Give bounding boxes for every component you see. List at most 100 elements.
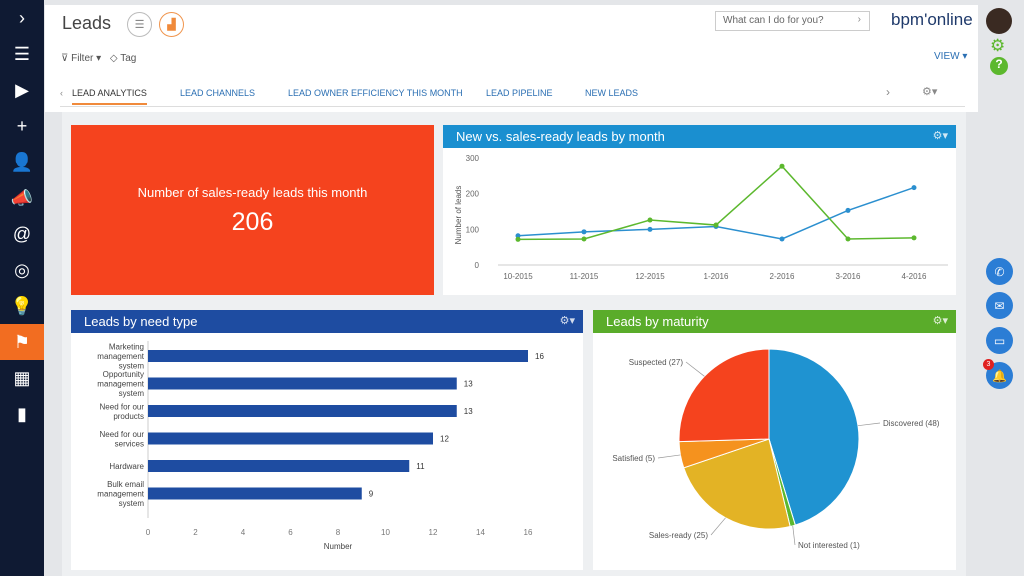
- sidebar-item-at[interactable]: @: [0, 216, 44, 252]
- bar: [148, 405, 457, 417]
- sidebar-item-contact[interactable]: 👤: [0, 144, 44, 180]
- sidebar-item-plus[interactable]: +: [0, 108, 44, 144]
- sidebar-item-lightbulb[interactable]: 💡: [0, 288, 44, 324]
- sidebar-item-target[interactable]: ◎: [0, 252, 44, 288]
- tile-settings-icon[interactable]: ⚙▾: [933, 314, 948, 327]
- data-point: [779, 163, 785, 169]
- x-tick-label: 11-2015: [570, 272, 599, 281]
- filter-button[interactable]: Filter ▾: [71, 53, 101, 64]
- tab-lead-channels[interactable]: LEAD CHANNELS: [180, 88, 255, 98]
- building-icon: ▦: [13, 367, 31, 388]
- tab-lead-analytics[interactable]: LEAD ANALYTICS: [72, 88, 147, 105]
- tabs-scroll-right-icon[interactable]: ›: [886, 85, 890, 99]
- category-label: Bulk email management system: [97, 480, 144, 508]
- list-icon: ☰: [134, 19, 145, 31]
- category-label: Need for our services: [100, 430, 145, 449]
- analytics-view-button[interactable]: ▟: [159, 12, 184, 37]
- megaphone-icon: 📣: [10, 187, 34, 208]
- contact-icon: 👤: [10, 151, 34, 172]
- phone-icon: ✆: [994, 264, 1005, 279]
- tab-lead-pipeline[interactable]: LEAD PIPELINE: [486, 88, 553, 98]
- bar-value-label: 16: [535, 352, 544, 361]
- filter-icon: ⊽: [61, 53, 69, 64]
- sidebar-item-menu[interactable]: ☰: [0, 36, 44, 72]
- x-tick-label: 3-2016: [836, 272, 861, 281]
- sidebar-item-leads[interactable]: ⚑: [0, 324, 44, 360]
- kpi-title: Number of sales-ready leads this month: [137, 185, 368, 200]
- data-point: [581, 229, 587, 235]
- kpi-tile: Number of sales-ready leads this month 2…: [71, 125, 434, 295]
- command-input[interactable]: What can I do for you? ›: [715, 11, 870, 31]
- data-point: [581, 236, 587, 242]
- bar: [148, 350, 528, 362]
- right-rail: ⚙ ?: [978, 0, 1024, 576]
- bar-chart: 16 Marketing management system 13 Opportunity…: [97, 341, 544, 551]
- bar-chart-title: Leads by need type: [84, 314, 198, 329]
- bar: [148, 432, 433, 445]
- pie-leader-line: [857, 422, 881, 427]
- data-point: [713, 222, 719, 228]
- x-tick-label: 4: [241, 528, 246, 537]
- pie-leader-line: [685, 361, 705, 377]
- bar-chart-tile: Leads by need type ⚙▾ 16 Marketing manageme…: [71, 310, 583, 570]
- sidebar-item-analytics[interactable]: ▮: [0, 396, 44, 432]
- bar-value-label: 9: [369, 490, 374, 499]
- x-tick-label: 12: [429, 528, 438, 537]
- help-icon[interactable]: ?: [990, 57, 1008, 75]
- y-tick-label: 200: [466, 190, 480, 199]
- data-point: [911, 235, 917, 241]
- phone-button[interactable]: ✆: [986, 258, 1013, 285]
- bar-value-label: 12: [440, 435, 449, 444]
- target-icon: ◎: [14, 259, 30, 280]
- line-chart: 0 100 200 300 10-2015 11-2015 12-2015 1-2016 2-2…: [454, 154, 948, 281]
- view-button[interactable]: VIEW ▾: [934, 51, 967, 62]
- x-tick-label: 2: [193, 528, 198, 537]
- email-button[interactable]: ✉: [986, 292, 1013, 319]
- tab-lead-owner-efficiency-this-month[interactable]: LEAD OWNER EFFICIENCY THIS MONTH: [288, 88, 463, 98]
- line-chart-title: New vs. sales-ready leads by month: [456, 129, 665, 144]
- dashboard: Number of sales-ready leads this month 2…: [62, 112, 966, 576]
- y-axis-label: Number of leads: [454, 186, 463, 245]
- sidebar-item-chevron-right[interactable]: ›: [0, 0, 44, 36]
- bar-value-label: 11: [416, 462, 425, 471]
- page-header: Leads ☰ ▟ ⊽ Filter ▾ ◇ Tag What can I do…: [45, 5, 978, 112]
- kpi-value: 206: [231, 208, 274, 236]
- pie-chart-title: Leads by maturity: [606, 314, 709, 329]
- pie-label: Not interested (1): [798, 541, 860, 550]
- notification-badge: 3: [983, 359, 994, 370]
- tile-settings-icon[interactable]: ⚙▾: [933, 129, 948, 142]
- x-tick-label: 0: [146, 528, 151, 537]
- tab-new-leads[interactable]: NEW LEADS: [585, 88, 638, 98]
- category-label: Marketing management system: [97, 343, 144, 371]
- tile-settings-icon[interactable]: ⚙▾: [560, 314, 575, 327]
- sidebar: › ☰ ▶ + 👤 📣 @ ◎ 💡 ⚑ ▦ ▮: [0, 0, 44, 576]
- bell-icon: 🔔: [992, 368, 1007, 383]
- x-tick-label: 10: [381, 528, 390, 537]
- bar-value-label: 13: [464, 407, 473, 416]
- x-tick-label: 1-2016: [704, 272, 729, 281]
- x-tick-label: 6: [288, 528, 293, 537]
- sidebar-item-megaphone[interactable]: 📣: [0, 180, 44, 216]
- sidebar-item-building[interactable]: ▦: [0, 360, 44, 396]
- avatar[interactable]: [986, 8, 1012, 34]
- chevron-right-icon: ›: [19, 7, 25, 28]
- list-view-button[interactable]: ☰: [127, 12, 152, 37]
- plus-icon: +: [16, 115, 28, 136]
- series-line-0: [517, 186, 915, 240]
- pie-chart: Discovered (48) Not interested (1) Sales-r…: [612, 348, 940, 550]
- data-point: [845, 207, 851, 213]
- pie-label: Sales-ready (25): [649, 531, 708, 540]
- chat-button[interactable]: ▭: [986, 327, 1013, 354]
- chat-icon: ▭: [993, 333, 1006, 348]
- data-point: [647, 217, 653, 223]
- sidebar-item-play[interactable]: ▶: [0, 72, 44, 108]
- tabs-settings-icon[interactable]: ⚙▾: [922, 85, 937, 98]
- tabs-scroll-left-icon[interactable]: ‹: [60, 88, 63, 98]
- settings-gear-icon[interactable]: ⚙: [990, 36, 1005, 56]
- pie-label: Discovered (48): [883, 419, 940, 428]
- category-label: Need for our products: [100, 402, 145, 421]
- tag-button[interactable]: Tag: [120, 53, 136, 64]
- pie-label: Satisfied (5): [612, 454, 655, 463]
- command-placeholder: What can I do for you?: [723, 15, 824, 26]
- x-tick-label: 14: [476, 528, 485, 537]
